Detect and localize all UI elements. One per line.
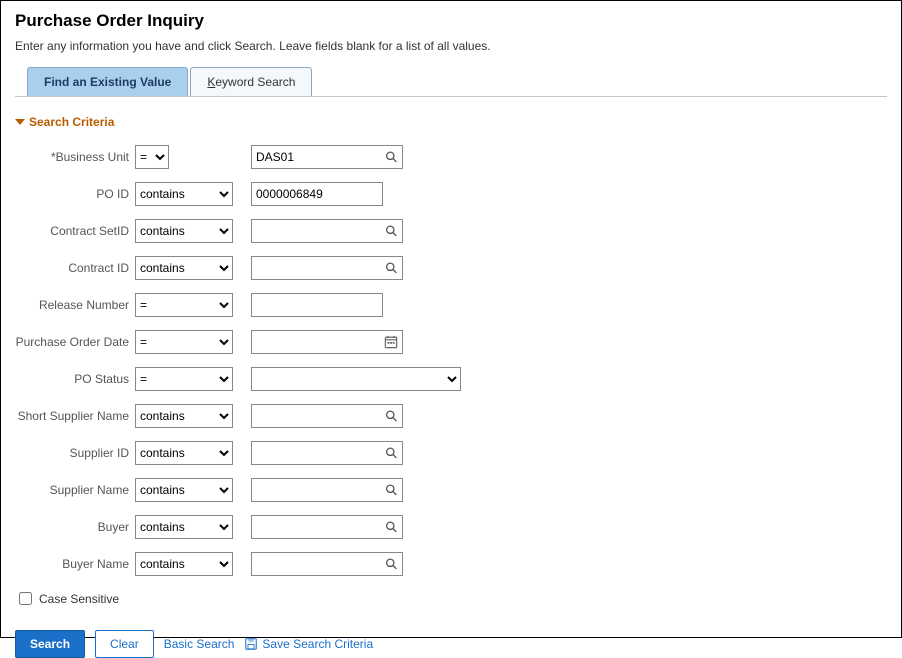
input-buyer[interactable] [251,515,403,539]
lookup-icon[interactable] [385,225,398,238]
label-business-unit: *Business Unit [15,150,135,164]
op-short-supplier[interactable]: contains [135,404,233,428]
op-contract-setid[interactable]: contains [135,219,233,243]
label-po-status: PO Status [15,372,135,386]
op-buyer-name[interactable]: contains [135,552,233,576]
link-basic-search[interactable]: Basic Search [164,637,235,651]
label-contract-id: Contract ID [15,261,135,275]
label-supplier-id: Supplier ID [15,446,135,460]
label-po-date: Purchase Order Date [15,335,135,349]
tab-keyword-search[interactable]: Keyword Search [190,67,312,96]
chevron-down-icon [15,119,25,125]
label-short-supplier: Short Supplier Name [15,409,135,423]
tab-keyword-rest: eyword Search [215,75,295,89]
calendar-icon[interactable] [384,335,398,349]
checkbox-case-sensitive[interactable] [19,592,32,605]
tab-bar: Find an Existing Value Keyword Search [15,67,887,96]
op-po-id[interactable]: contains [135,182,233,206]
lookup-icon[interactable] [385,151,398,164]
input-release-number[interactable] [251,293,383,317]
label-buyer: Buyer [15,520,135,534]
op-po-status[interactable]: = [135,367,233,391]
op-buyer[interactable]: contains [135,515,233,539]
link-save-criteria[interactable]: Save Search Criteria [244,637,373,651]
input-supplier-name[interactable] [251,478,403,502]
label-case-sensitive: Case Sensitive [39,592,119,606]
op-contract-id[interactable]: contains [135,256,233,280]
input-short-supplier[interactable] [251,404,403,428]
input-supplier-id[interactable] [251,441,403,465]
input-business-unit[interactable] [251,145,403,169]
link-save-criteria-label: Save Search Criteria [262,637,373,651]
label-po-id: PO ID [15,187,135,201]
lookup-icon[interactable] [385,558,398,571]
label-buyer-name: Buyer Name [15,557,135,571]
input-po-id[interactable] [251,182,383,206]
op-release-number[interactable]: = [135,293,233,317]
input-po-date[interactable] [251,330,403,354]
op-supplier-id[interactable]: contains [135,441,233,465]
search-button[interactable]: Search [15,630,85,658]
lookup-icon[interactable] [385,262,398,275]
op-business-unit[interactable]: = [135,145,169,169]
lookup-icon[interactable] [385,447,398,460]
section-title: Search Criteria [29,115,114,129]
label-release-number: Release Number [15,298,135,312]
lookup-icon[interactable] [385,410,398,423]
save-icon [244,637,258,651]
lookup-icon[interactable] [385,484,398,497]
label-supplier-name: Supplier Name [15,483,135,497]
page-title: Purchase Order Inquiry [15,11,887,31]
label-contract-setid: Contract SetID [15,224,135,238]
op-supplier-name[interactable]: contains [135,478,233,502]
input-contract-id[interactable] [251,256,403,280]
clear-button[interactable]: Clear [95,630,154,658]
tab-underline [15,96,887,97]
op-po-date[interactable]: = [135,330,233,354]
page-instructions: Enter any information you have and click… [15,39,887,53]
tab-find-existing[interactable]: Find an Existing Value [27,67,188,96]
input-contract-setid[interactable] [251,219,403,243]
select-po-status[interactable] [251,367,461,391]
section-toggle-search-criteria[interactable]: Search Criteria [15,115,887,129]
lookup-icon[interactable] [385,521,398,534]
input-buyer-name[interactable] [251,552,403,576]
